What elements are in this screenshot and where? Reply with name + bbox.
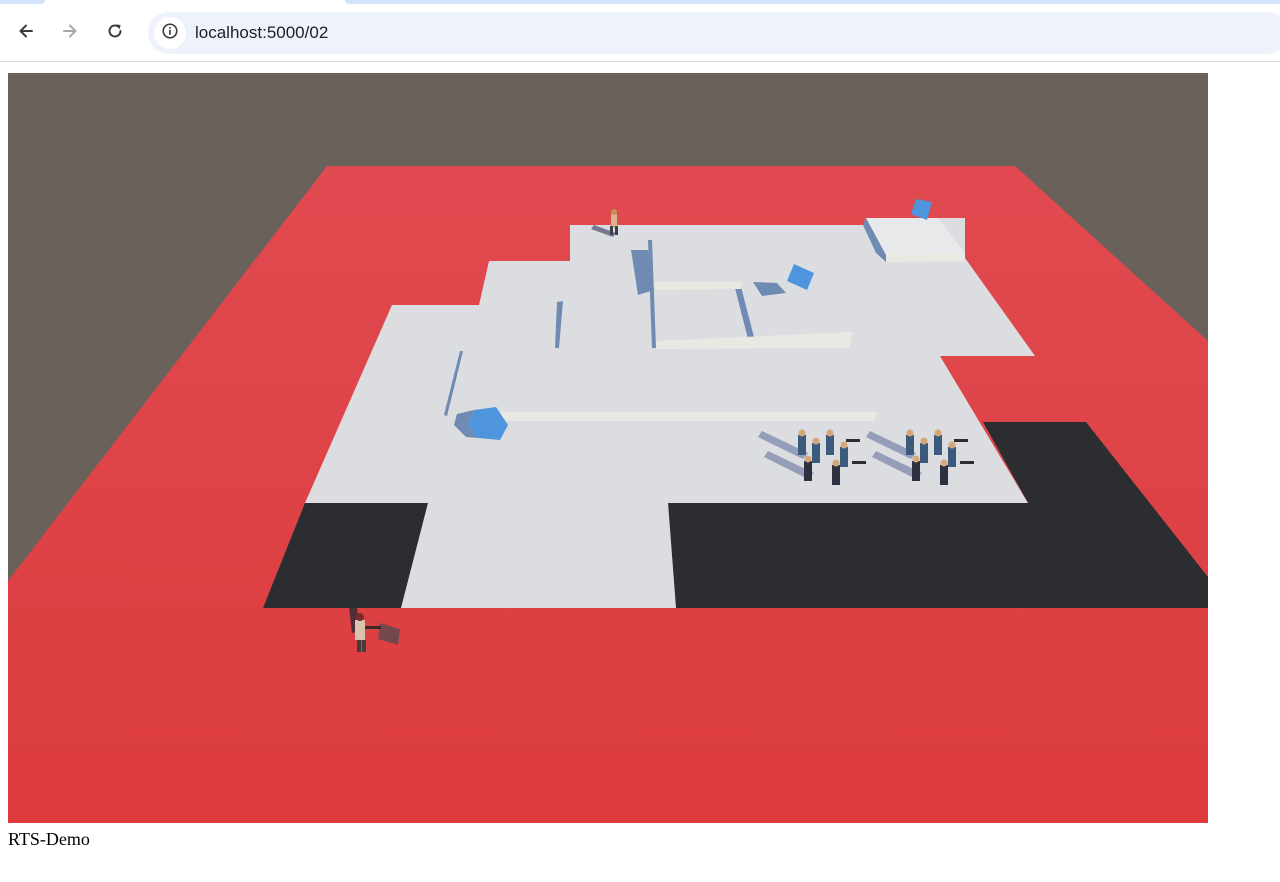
ledge-1 (654, 282, 741, 290)
url-text[interactable]: localhost:5000/02 (195, 23, 328, 43)
back-arrow-icon (16, 21, 36, 45)
page-caption: RTS-Demo (8, 829, 90, 849)
forward-arrow-icon (60, 21, 80, 45)
back-button[interactable] (8, 15, 44, 51)
tab-strip-right (345, 0, 1280, 4)
reload-button[interactable] (97, 15, 133, 51)
site-info-button[interactable] (154, 17, 186, 49)
game-canvas[interactable] (8, 73, 1208, 823)
game-scene (8, 73, 1208, 823)
browser-toolbar: localhost:5000/02 (0, 0, 1280, 62)
address-bar[interactable]: localhost:5000/02 (148, 12, 1280, 54)
tab-strip (0, 0, 1280, 6)
ledge-3 (498, 412, 877, 421)
tab-strip-left (0, 0, 45, 4)
forward-button[interactable] (52, 15, 88, 51)
reload-icon (105, 21, 125, 45)
info-icon (161, 22, 179, 45)
